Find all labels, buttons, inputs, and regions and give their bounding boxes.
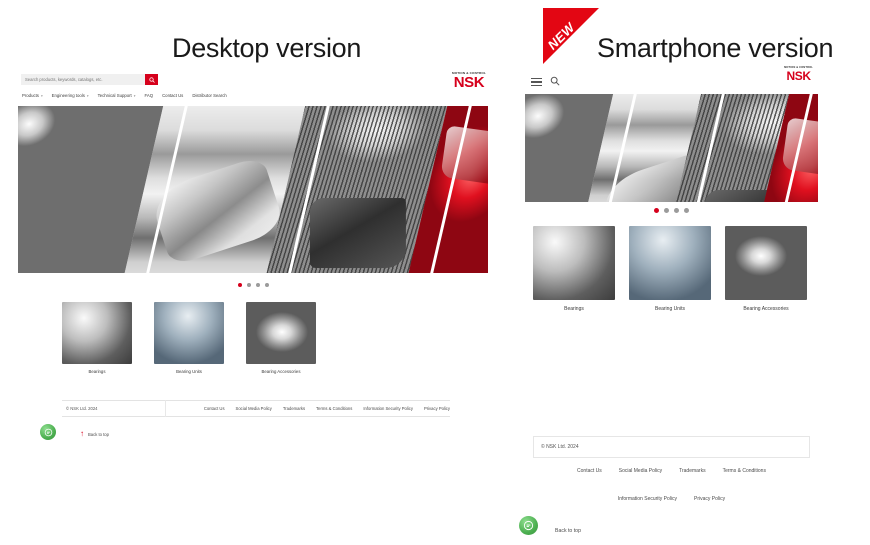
- smartphone-carousel-dots: [525, 208, 818, 213]
- chat-bubble-icon: [44, 428, 52, 436]
- product-card-label: Bearings: [564, 306, 584, 312]
- footer-link-social-media-policy[interactable]: Social Media Policy: [236, 406, 272, 411]
- footer-link-privacy-policy[interactable]: Privacy Policy: [424, 406, 450, 411]
- page-root: Desktop version NEW Smartphone version M…: [0, 0, 870, 545]
- footer-link-terms-conditions[interactable]: Terms & Conditions: [316, 406, 352, 411]
- product-card-label: Bearing Units: [654, 306, 685, 312]
- nsk-wordmark: NSK: [453, 74, 485, 92]
- smartphone-carousel-dot-2[interactable]: [664, 208, 669, 213]
- bearing-accessories-image: [725, 226, 807, 300]
- desktop-carousel-dot-1[interactable]: [237, 283, 242, 287]
- nav-item-distributor-search[interactable]: Distributor Search: [192, 93, 226, 98]
- search-input[interactable]: [21, 74, 145, 85]
- nav-item-label: Technical Support: [97, 93, 132, 98]
- search-icon[interactable]: [550, 73, 560, 91]
- smartphone-carousel-dot-4[interactable]: [684, 208, 689, 213]
- arrow-up-icon: ↑: [80, 429, 84, 438]
- desktop-carousel-dots: [18, 283, 488, 287]
- footer-link-information-security-policy[interactable]: Information Security Policy: [363, 406, 413, 411]
- nav-item-contact-us[interactable]: Contact Us: [162, 93, 183, 98]
- chat-widget-button[interactable]: [40, 424, 56, 440]
- chat-widget-button[interactable]: [519, 516, 538, 535]
- footer-link-trademarks[interactable]: Trademarks: [283, 406, 305, 411]
- smartphone-footer-links-row-2: Information Security Policy Privacy Polic…: [533, 496, 810, 502]
- nav-item-label: Products: [22, 93, 39, 98]
- back-to-top-label: Back to top: [88, 431, 109, 437]
- product-card-bearings[interactable]: Bearings: [533, 226, 615, 312]
- desktop-back-to-top[interactable]: ↑ Back to top: [80, 430, 109, 438]
- smartphone-header: MOTION & CONTROL NSK: [525, 66, 818, 94]
- desktop-carousel-dot-3[interactable]: [255, 283, 260, 287]
- product-card-bearing-accessories[interactable]: Bearing Accessories: [246, 302, 316, 374]
- search-icon: [148, 76, 155, 83]
- nav-item-engineering-tools[interactable]: Engineering tools ▾: [52, 93, 89, 98]
- desktop-footer-links: Contact Us Social Media Policy Trademarks T…: [166, 406, 450, 411]
- bearings-image: [533, 226, 615, 300]
- smartphone-back-to-top[interactable]: Back to top: [555, 528, 581, 534]
- desktop-carousel-dot-4[interactable]: [264, 283, 269, 287]
- chevron-down-icon: ▾: [133, 93, 136, 98]
- new-badge: NEW: [543, 8, 599, 64]
- desktop-header: MOTION & CONTROL NSK Products▾Engineerin…: [18, 70, 488, 106]
- bearing-units-image: [154, 302, 224, 364]
- smartphone-copyright-box: © NSK Ltd. 2024: [533, 436, 810, 458]
- smartphone-site-preview: MOTION & CONTROL NSK Bearings Bearing Uni…: [525, 66, 818, 536]
- desktop-search-bar: [21, 74, 158, 85]
- desktop-carousel-dot-2[interactable]: [246, 283, 251, 287]
- bearing-accessories-image: [246, 302, 316, 364]
- chevron-down-icon: ▾: [86, 93, 89, 98]
- smartphone-carousel-dot-3[interactable]: [674, 208, 679, 213]
- desktop-version-heading: Desktop version: [172, 33, 362, 63]
- nav-item-label: Engineering tools: [51, 93, 85, 98]
- nav-item-label: Contact Us: [162, 93, 184, 98]
- footer-link-contact-us[interactable]: Contact Us: [577, 468, 602, 474]
- nsk-wordmark: NSK: [786, 68, 811, 83]
- hero-carousel[interactable]: [18, 106, 488, 273]
- footer-link-terms-conditions[interactable]: Terms & Conditions: [723, 468, 766, 474]
- product-card-bearings[interactable]: Bearings: [62, 302, 132, 374]
- smartphone-header-icons: [531, 73, 560, 91]
- footer-link-privacy-policy[interactable]: Privacy Policy: [694, 496, 725, 502]
- desktop-product-cards: Bearings Bearing Units Bearing Accessories: [62, 302, 316, 374]
- product-card-label: Bearing Accessories: [261, 369, 301, 374]
- bearings-image: [62, 302, 132, 364]
- smartphone-copyright: © NSK Ltd. 2024: [541, 444, 579, 450]
- nsk-logo[interactable]: MOTION & CONTROL NSK: [452, 71, 486, 92]
- desktop-main-nav: Products ▾ Engineering tools ▾ Technical Sup…: [22, 93, 227, 98]
- chevron-down-icon: ▾: [40, 93, 43, 98]
- nav-item-label: FAQ: [144, 93, 154, 98]
- product-card-bearing-units[interactable]: Bearing Units: [154, 302, 224, 374]
- desktop-copyright: © NSK Ltd. 2024: [66, 406, 98, 411]
- chat-bubble-icon: [523, 520, 534, 531]
- smartphone-product-cards: Bearings Bearing Units Bearing Accessories: [533, 226, 807, 312]
- hamburger-menu-icon[interactable]: [531, 78, 542, 86]
- product-card-bearing-accessories[interactable]: Bearing Accessories: [725, 226, 807, 312]
- smartphone-footer-links-row-1: Contact Us Social Media Policy Trademarks T…: [533, 468, 810, 474]
- nav-item-faq[interactable]: FAQ: [144, 93, 153, 98]
- desktop-footer: © NSK Ltd. 2024 Contact Us Social Media P…: [62, 400, 450, 417]
- smartphone-hero-carousel[interactable]: [525, 94, 818, 202]
- product-card-label: Bearing Accessories: [743, 306, 789, 312]
- footer-link-information-security-policy[interactable]: Information Security Policy: [618, 496, 677, 502]
- nsk-logo[interactable]: MOTION & CONTROL NSK: [784, 66, 813, 83]
- smartphone-carousel-dot-1[interactable]: [654, 208, 659, 213]
- bearing-units-image: [629, 226, 711, 300]
- product-card-label: Bearings: [88, 369, 106, 374]
- smartphone-version-heading: Smartphone version: [597, 33, 834, 63]
- nav-item-label: Distributor Search: [192, 93, 227, 98]
- search-button[interactable]: [145, 74, 158, 85]
- footer-link-social-media-policy[interactable]: Social Media Policy: [619, 468, 662, 474]
- desktop-site-preview: MOTION & CONTROL NSK Products▾Engineerin…: [18, 70, 488, 448]
- product-card-label: Bearing Units: [176, 369, 202, 374]
- product-card-bearing-units[interactable]: Bearing Units: [629, 226, 711, 312]
- footer-link-trademarks[interactable]: Trademarks: [679, 468, 706, 474]
- nav-item-products[interactable]: Products ▾: [22, 93, 43, 98]
- footer-link-contact-us[interactable]: Contact Us: [204, 406, 225, 411]
- nav-item-technical-support[interactable]: Technical Support ▾: [98, 93, 136, 98]
